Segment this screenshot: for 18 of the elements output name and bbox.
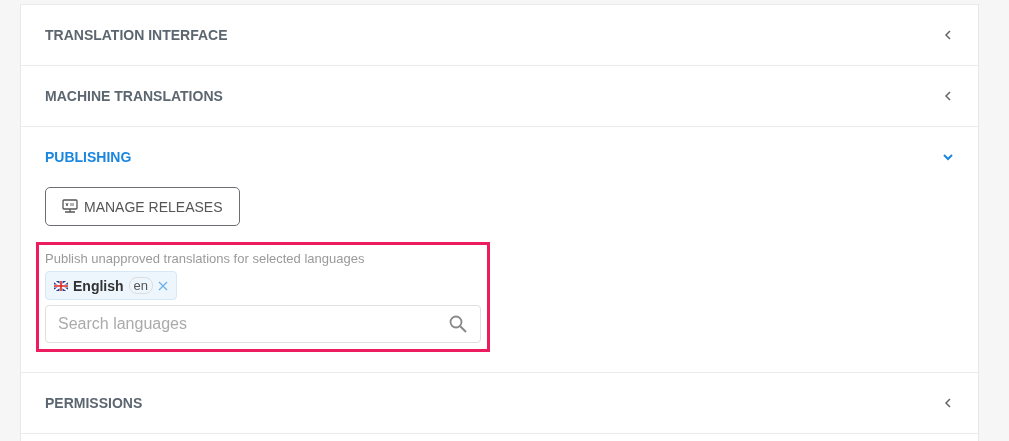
chevron-left-icon — [942, 29, 954, 41]
section-header[interactable]: MACHINE TRANSLATIONS — [21, 66, 978, 126]
language-code: en — [128, 277, 154, 294]
remove-button[interactable] — [158, 280, 169, 291]
search-icon — [449, 315, 467, 333]
chevron-down-icon — [942, 151, 954, 163]
search-field[interactable]: Search languages — [45, 305, 481, 343]
section-header[interactable]: PUBLISHING — [21, 127, 978, 187]
manage-releases-button[interactable]: MANAGE RELEASES — [45, 187, 240, 226]
field-label: Publish unapproved translations for selected languages — [45, 251, 366, 266]
monitor-icon — [62, 199, 78, 214]
close-icon — [158, 280, 169, 291]
flag-icon — [54, 280, 68, 291]
section-header[interactable]: TRANSLATION INTERFACE — [21, 5, 978, 65]
language-name: English — [73, 277, 124, 294]
chevron-left-icon — [942, 397, 954, 409]
section-header[interactable]: PERMISSIONS — [21, 373, 978, 433]
chevron-left-icon — [942, 90, 954, 102]
